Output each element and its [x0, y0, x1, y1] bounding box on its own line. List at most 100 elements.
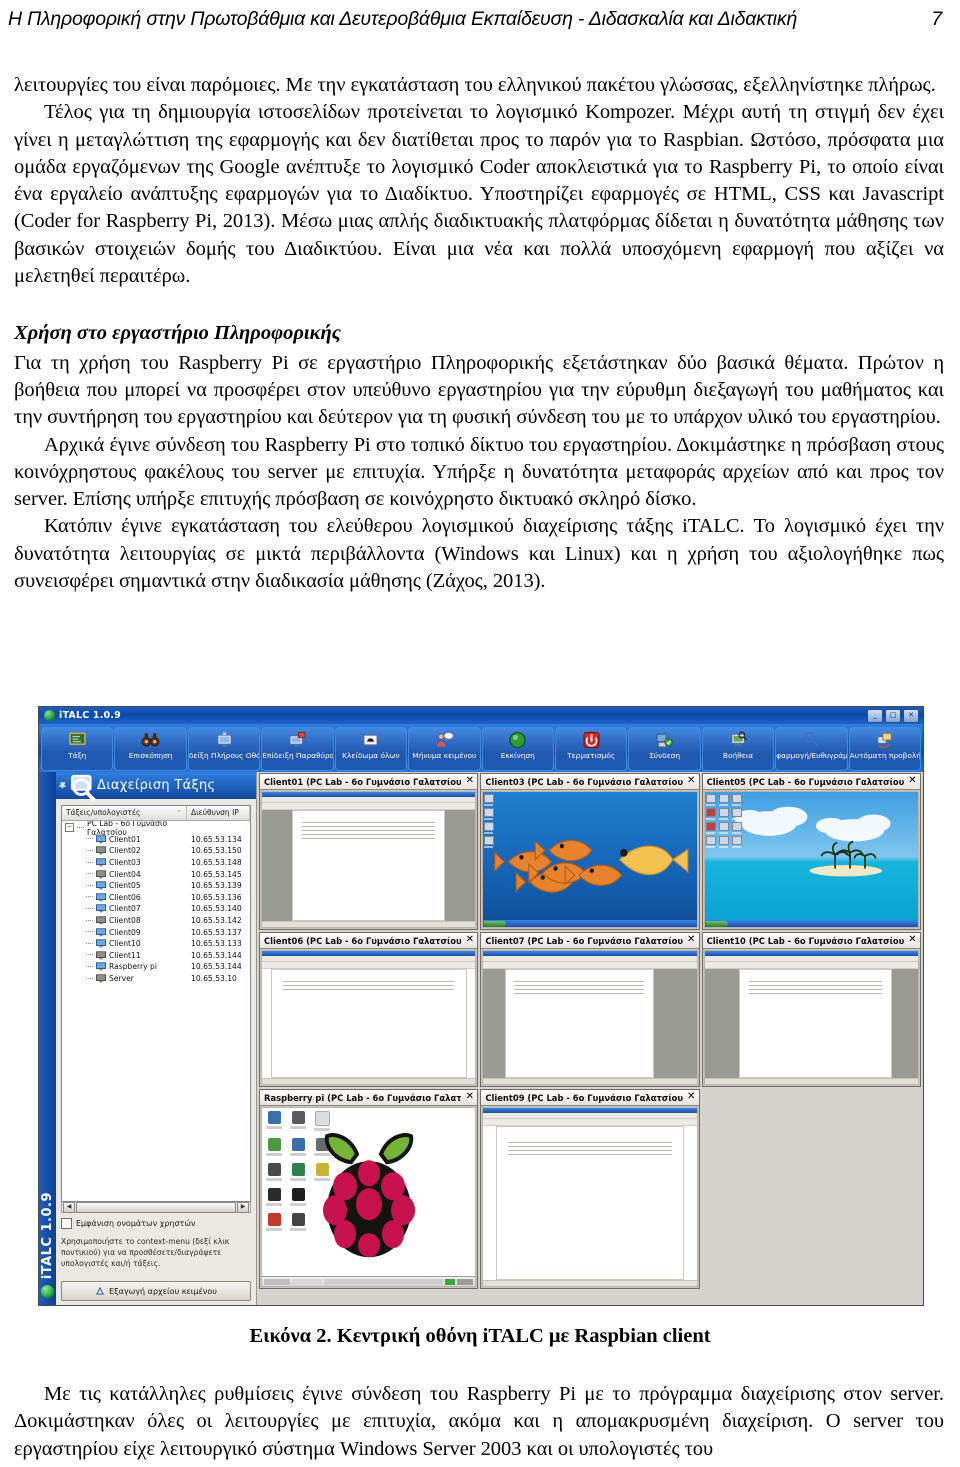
client-row: Raspberry pi (PC Lab - 6ο Γυμνάσιο Γαλατ… — [259, 1089, 921, 1289]
table-row[interactable]: Client01 10.65.53.134 — [62, 834, 250, 846]
paragraph-3: Για τη χρήση του Raspberry Pi σε εργαστή… — [14, 351, 944, 429]
post-figure-text: Με τις κατάλληλες ρυθμίσεις έγινε σύνδεσ… — [14, 1381, 944, 1463]
client-ip: 10.65.53.142 — [191, 916, 242, 926]
classroom-icon — [68, 732, 86, 745]
minimize-button[interactable]: _ — [867, 708, 883, 723]
adjust-align-icon — [804, 732, 819, 747]
toolbar-button-auto-view[interactable]: Αυτόματη προβολή — [848, 727, 922, 771]
toolbar-button-lock-all[interactable]: Κλείδωμα όλων — [334, 727, 408, 771]
close-icon[interactable]: ✕ — [686, 935, 697, 946]
client-ip: 10.65.53.137 — [191, 927, 242, 937]
client-name: Client02 — [109, 846, 141, 856]
client-screen[interactable] — [482, 1107, 698, 1287]
table-row[interactable]: Client02 10.65.53.150 — [62, 845, 250, 857]
table-row[interactable]: Client03 10.65.53.148 — [62, 857, 250, 869]
collapse-expander-icon[interactable]: − — [65, 823, 74, 833]
toolbar-label: Επισκόπηση — [128, 751, 173, 760]
table-row[interactable]: Client10 10.65.53.133 — [62, 938, 250, 950]
client-preview-client03[interactable]: Client03 (PC Lab - 6ο Γυμνάσιο Γαλατσίου… — [480, 773, 700, 930]
table-row[interactable]: Client06 10.65.53.136 — [62, 892, 250, 904]
table-row[interactable]: Client07 10.65.53.140 — [62, 903, 250, 915]
client-preview-titlebar: Client10 (PC Lab - 6ο Γυμνάσιο Γαλατσίου… — [702, 933, 920, 949]
toolbar-button-power-on[interactable]: Εκκίνηση — [481, 727, 554, 771]
tree-group-row[interactable]: − PC Lab - 6ο Γυμνάσιο Γαλατσίου — [62, 821, 250, 837]
section-heading: Χρήση στο εργαστήριο Πληροφορικής — [14, 322, 341, 345]
client-ip: 10.65.53.10 — [191, 974, 237, 984]
toolbar-button-overview[interactable]: Επισκόπηση — [114, 727, 187, 771]
computer-tree[interactable]: Τάξεις/υπολογιστές ⌃ Διεύθυνση IP − PC L… — [61, 805, 251, 1202]
table-row[interactable]: Client11 10.65.53.144 — [62, 950, 250, 962]
client-preview-client10[interactable]: Client10 (PC Lab - 6ο Γυμνάσιο Γαλατσίου… — [701, 932, 921, 1087]
auto-view-icon — [877, 732, 893, 749]
client-preview-titlebar: Client01 (PC Lab - 6ο Γυμνάσιο Γαλατσίου… — [260, 774, 478, 790]
tree-name-cell: Client03 — [62, 858, 187, 867]
client-screen[interactable] — [703, 791, 919, 928]
italc-toolbar: Τάξη Επισκόπηση δείξη Πλήρους Οθόν Επίδε… — [39, 724, 923, 772]
toolbar-label: Σύνδεση — [649, 751, 681, 760]
export-text-file-button[interactable]: Εξαγωγή αρχείου κειμένου — [61, 1281, 251, 1301]
binoculars-icon — [141, 733, 160, 747]
toolbar-button-help[interactable]: Βοήθεια — [701, 727, 775, 771]
client-preview-client06[interactable]: Client06 (PC Lab - 6ο Γυμνάσιο Γαλατσίου… — [259, 932, 479, 1087]
table-row[interactable]: Client09 10.65.53.137 — [62, 926, 250, 938]
table-row[interactable]: Client05 10.65.53.139 — [62, 880, 250, 892]
remote-desktop-document — [262, 792, 476, 927]
client-screen[interactable] — [703, 950, 919, 1085]
tree-connector — [86, 896, 93, 898]
toolbar-button-adjust-align[interactable]: φαρμογή/Ευθυγράμ — [775, 727, 848, 771]
close-icon[interactable]: ✕ — [686, 776, 697, 787]
tree-name-cell: Client02 — [62, 846, 187, 855]
remote-desktop-document — [704, 951, 918, 1084]
client-screen[interactable] — [261, 791, 477, 928]
client-screen[interactable] — [261, 950, 477, 1085]
client-preview-client05[interactable]: Client05 (PC Lab - 6ο Γυμνάσιο Γαλατσίου… — [701, 773, 921, 930]
scroll-right-arrow-icon[interactable]: ▶ — [237, 1201, 249, 1213]
pin-icon[interactable] — [58, 781, 68, 791]
desktop-icons — [484, 794, 495, 848]
toolbar-button-login[interactable]: Σύνδεση — [628, 727, 701, 771]
show-usernames-checkbox[interactable] — [61, 1218, 72, 1229]
close-icon[interactable]: ✕ — [464, 935, 475, 946]
show-usernames-checkbox-row[interactable]: Εμφάνιση ονομάτων χρηστών — [61, 1218, 251, 1229]
client-screen[interactable] — [482, 950, 698, 1085]
client-preview-client07[interactable]: Client07 (PC Lab - 6ο Γυμνάσιο Γαλατσίου… — [480, 932, 700, 1087]
client-screen[interactable] — [482, 791, 698, 928]
power-off-icon — [583, 731, 600, 749]
toolbar-button-power-off[interactable]: Τερματισμός — [554, 727, 628, 771]
client-screen[interactable] — [261, 1107, 477, 1287]
close-icon[interactable]: ✕ — [464, 1092, 475, 1103]
tree-column-header-ip[interactable]: Διεύθυνση IP — [187, 806, 250, 820]
close-icon[interactable]: ✕ — [907, 776, 918, 787]
table-row[interactable]: Raspberry pi 10.65.53.144 — [62, 961, 250, 973]
client-preview-raspberry-pi[interactable]: Raspberry pi (PC Lab - 6ο Γυμνάσιο Γαλατ… — [259, 1089, 479, 1289]
client-ip: 10.65.53.136 — [191, 892, 242, 902]
italc-brand-strip: iTALC 1.0.9 — [39, 772, 56, 1305]
close-icon[interactable]: ✕ — [686, 1092, 697, 1103]
client-preview-client09[interactable]: Client09 (PC Lab - 6ο Γυμνάσιο Γαλατσίου… — [480, 1089, 700, 1289]
client-preview-client01[interactable]: Client01 (PC Lab - 6ο Γυμνάσιο Γαλατσίου… — [259, 773, 479, 930]
toolbar-button-fullscreen-demo[interactable]: δείξη Πλήρους Οθόν — [187, 727, 261, 771]
client-preview-titlebar: Client03 (PC Lab - 6ο Γυμνάσιο Γαλατσίου… — [481, 774, 699, 790]
close-button[interactable]: ✕ — [903, 708, 919, 723]
client-name: Server — [109, 974, 134, 984]
maximize-button[interactable]: □ — [885, 708, 901, 723]
tree-connector — [86, 861, 93, 864]
scroll-left-arrow-icon[interactable]: ◀ — [63, 1201, 75, 1213]
toolbar-button-text-message[interactable]: Μήνυμα κειμένου — [408, 727, 481, 771]
paragraph-1: λειτουργίες του είναι παρόμοιες. Με την … — [14, 74, 936, 96]
client-row: Client01 (PC Lab - 6ο Γυμνάσιο Γαλατσίου… — [259, 773, 921, 930]
document-body: λειτουργίες του είναι παρόμοιες. Με την … — [14, 72, 944, 595]
table-row[interactable]: Client08 10.65.53.142 — [62, 915, 250, 927]
close-icon[interactable]: ✕ — [907, 935, 918, 946]
close-icon[interactable]: ✕ — [464, 776, 475, 787]
tree-column-header-name[interactable]: Τάξεις/υπολογιστές ⌃ — [62, 806, 187, 820]
horizontal-scrollbar[interactable]: ◀ ▶ — [61, 1201, 251, 1213]
page-number: 7 — [931, 8, 942, 30]
toolbar-button-classroom[interactable]: Τάξη — [41, 727, 114, 771]
toolbar-button-window-demo[interactable]: Επίδειξη Παραθύρου — [261, 727, 334, 771]
table-row[interactable]: Server 10.65.53.10 — [62, 973, 250, 985]
client-name: Client03 — [109, 858, 141, 868]
tree-name-cell: Client04 — [62, 870, 187, 879]
table-row[interactable]: Client04 10.65.53.145 — [62, 868, 250, 880]
scrollbar-thumb[interactable] — [76, 1201, 236, 1213]
